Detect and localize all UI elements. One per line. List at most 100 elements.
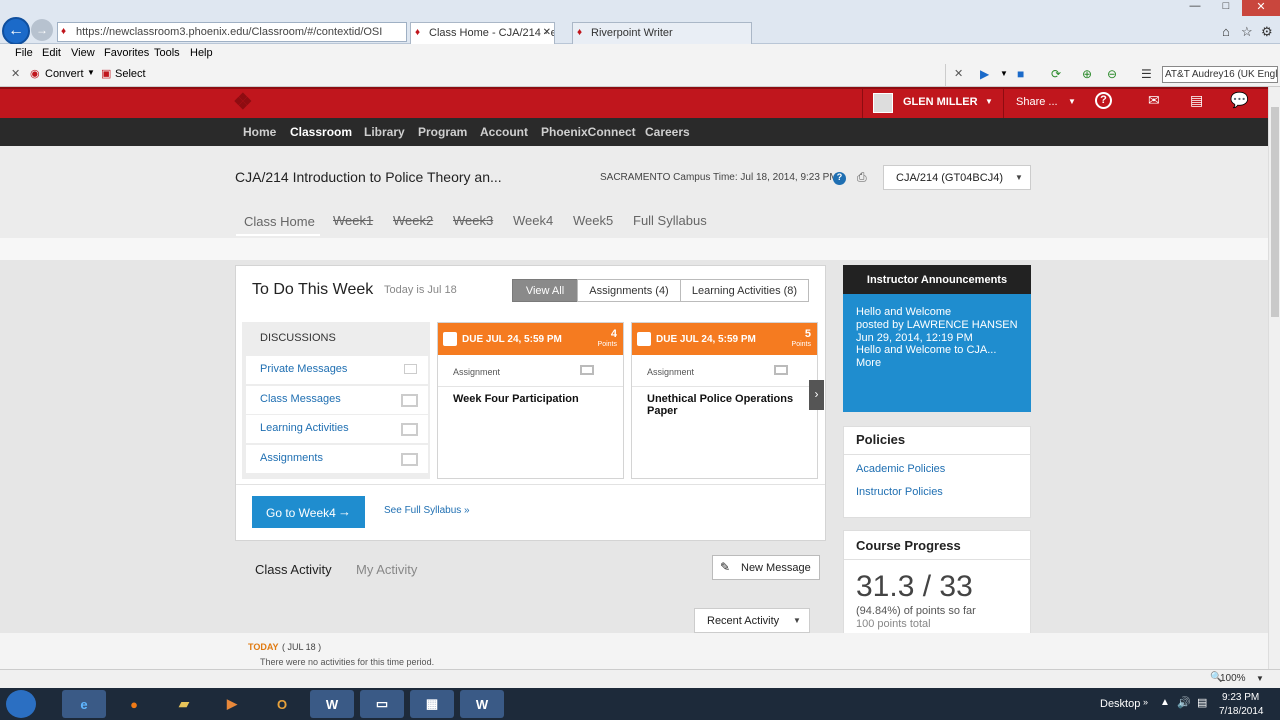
- help-icon[interactable]: ?: [1095, 92, 1112, 109]
- convert-dropdown-icon[interactable]: ▼: [87, 68, 95, 77]
- user-name[interactable]: GLEN MILLER: [903, 96, 978, 108]
- desktop-toolbar[interactable]: Desktop: [1100, 698, 1140, 710]
- next-cards-button[interactable]: ›: [809, 380, 824, 410]
- nav-classroom[interactable]: Classroom: [290, 125, 352, 139]
- card-title[interactable]: Week Four Participation: [438, 387, 623, 405]
- filter-view-all[interactable]: View All: [512, 279, 578, 302]
- screen-capture-icon[interactable]: ▭: [360, 690, 404, 718]
- discussion-link-class-messages[interactable]: Class Messages: [246, 386, 428, 414]
- tab-riverpoint-writer[interactable]: ♦ Riverpoint Writer: [572, 22, 752, 44]
- tab-full-syllabus[interactable]: Full Syllabus: [633, 213, 707, 228]
- nav-home[interactable]: Home: [243, 125, 276, 139]
- address-bar[interactable]: ♦ https://newclassroom3.phoenix.edu/Clas…: [57, 22, 407, 42]
- menu-favorites[interactable]: Favorites: [104, 47, 149, 59]
- menu-edit[interactable]: Edit: [42, 47, 61, 59]
- instructor-policies-link[interactable]: Instructor Policies: [856, 486, 943, 498]
- back-button[interactable]: ←: [2, 17, 30, 45]
- settings-icon[interactable]: ☰: [1141, 67, 1152, 81]
- close-reader-icon[interactable]: ✕: [954, 67, 963, 80]
- menu-help[interactable]: Help: [190, 47, 213, 59]
- academic-policies-link[interactable]: Academic Policies: [856, 463, 945, 475]
- tab-week3[interactable]: Week3: [453, 213, 493, 228]
- stop-icon[interactable]: ■: [1017, 67, 1024, 81]
- menu-tools[interactable]: Tools: [154, 47, 180, 59]
- home-icon[interactable]: ⌂: [1222, 24, 1230, 39]
- outlook-icon[interactable]: O: [260, 690, 304, 718]
- scrollbar-thumb[interactable]: [1271, 107, 1279, 317]
- clock-date[interactable]: 7/18/2014: [1219, 706, 1264, 717]
- favorites-star-icon[interactable]: ☆: [1241, 24, 1253, 40]
- nav-phoenixconnect[interactable]: PhoenixConnect: [541, 125, 636, 139]
- firefox-icon[interactable]: ●: [112, 690, 156, 718]
- minimize-button[interactable]: —: [1180, 0, 1210, 16]
- vertical-scrollbar[interactable]: [1268, 87, 1280, 669]
- play-dropdown-icon[interactable]: ▼: [1000, 69, 1008, 78]
- zoom-out-icon[interactable]: ⊖: [1107, 67, 1117, 81]
- zoom-level[interactable]: 100%: [1220, 673, 1246, 684]
- tab-week5[interactable]: Week5: [573, 213, 613, 228]
- see-full-syllabus-link[interactable]: See Full Syllabus »: [384, 505, 470, 516]
- tab-week2[interactable]: Week2: [393, 213, 433, 228]
- mail-icon[interactable]: ✉: [1148, 92, 1160, 109]
- share-menu[interactable]: Share ...: [1016, 96, 1058, 108]
- word-document-icon[interactable]: W: [460, 690, 504, 718]
- nav-program[interactable]: Program: [418, 125, 467, 139]
- announcement-more-link[interactable]: More: [856, 357, 1021, 370]
- zoom-in-icon[interactable]: ⊕: [1082, 67, 1092, 81]
- gear-icon[interactable]: ⚙: [1261, 24, 1273, 40]
- phoenix-logo[interactable]: ❖: [233, 89, 279, 117]
- menu-view[interactable]: View: [71, 47, 95, 59]
- forward-button[interactable]: →: [31, 19, 53, 41]
- new-message-button[interactable]: ✎ New Message: [712, 555, 820, 580]
- tab-class-home[interactable]: Class Home: [244, 214, 315, 229]
- tab-week4[interactable]: Week4: [513, 213, 553, 228]
- app-window-icon[interactable]: ▦: [410, 690, 454, 718]
- tab-week1[interactable]: Week1: [333, 213, 373, 228]
- tab-class-activity[interactable]: Class Activity: [255, 562, 332, 577]
- start-button[interactable]: [6, 690, 36, 718]
- close-toolbar-icon[interactable]: ✕: [11, 67, 20, 80]
- nav-account[interactable]: Account: [480, 125, 528, 139]
- chat-icon[interactable]: 💬: [1230, 91, 1249, 109]
- tab-class-home[interactable]: ♦ Class Home - CJA/214 - eC... ✕: [410, 22, 555, 44]
- share-dropdown-icon[interactable]: ▼: [1068, 97, 1076, 106]
- print-icon[interactable]: ⎙: [857, 170, 867, 185]
- assignment-card[interactable]: DUE JUL 24, 5:59 PM 5 Points Assignment …: [631, 322, 818, 479]
- menu-file[interactable]: File: [15, 47, 33, 59]
- maximize-button[interactable]: □: [1212, 0, 1240, 16]
- announcement-item[interactable]: Hello and Welcome posted by LAWRENCE HAN…: [856, 306, 1021, 370]
- nav-library[interactable]: Library: [364, 125, 405, 139]
- announcement-headline[interactable]: Hello and Welcome: [856, 306, 1021, 319]
- play-icon[interactable]: ▶: [980, 67, 989, 81]
- section-select[interactable]: CJA/214 (GT04BCJ4) ▼: [883, 165, 1031, 190]
- checkbox-icon[interactable]: [443, 332, 457, 346]
- recent-activity-select[interactable]: Recent Activity ▼: [694, 608, 810, 633]
- zoom-dropdown-icon[interactable]: ▼: [1256, 674, 1264, 683]
- checkbox-icon[interactable]: [637, 332, 651, 346]
- tray-arrow-icon[interactable]: ▲: [1160, 697, 1170, 708]
- discussion-link-assignments[interactable]: Assignments: [246, 445, 428, 473]
- avatar[interactable]: [873, 93, 893, 113]
- close-window-button[interactable]: ✕: [1242, 0, 1280, 16]
- nav-careers[interactable]: Careers: [645, 125, 690, 139]
- discussion-link-learning-activities[interactable]: Learning Activities: [246, 415, 428, 443]
- discussion-link-private-messages[interactable]: Private Messages: [246, 356, 428, 384]
- file-explorer-icon[interactable]: ▰: [162, 690, 206, 718]
- select-button[interactable]: Select: [115, 68, 146, 80]
- internet-explorer-icon[interactable]: e: [62, 690, 106, 718]
- convert-button[interactable]: Convert: [45, 68, 84, 80]
- media-player-icon[interactable]: ▶: [210, 690, 254, 718]
- filter-learning-activities[interactable]: Learning Activities (8): [680, 279, 809, 302]
- calendar-icon[interactable]: ▤: [1190, 92, 1203, 109]
- close-tab-icon[interactable]: ✕: [543, 27, 551, 38]
- tab-my-activity[interactable]: My Activity: [356, 562, 417, 577]
- go-to-week-button[interactable]: Go to Week4 →: [252, 496, 365, 528]
- clock-time[interactable]: 9:23 PM: [1222, 692, 1259, 703]
- filter-assignments[interactable]: Assignments (4): [577, 279, 681, 302]
- assignment-card[interactable]: DUE JUL 24, 5:59 PM 4 Points Assignment …: [437, 322, 624, 479]
- overflow-icon[interactable]: »: [1143, 697, 1148, 707]
- voice-select[interactable]: AT&T Audrey16 (UK Engl: [1162, 66, 1278, 83]
- volume-icon[interactable]: 🔊: [1177, 696, 1191, 709]
- user-dropdown-icon[interactable]: ▼: [985, 97, 993, 106]
- card-title[interactable]: Unethical Police Operations Paper: [632, 387, 817, 417]
